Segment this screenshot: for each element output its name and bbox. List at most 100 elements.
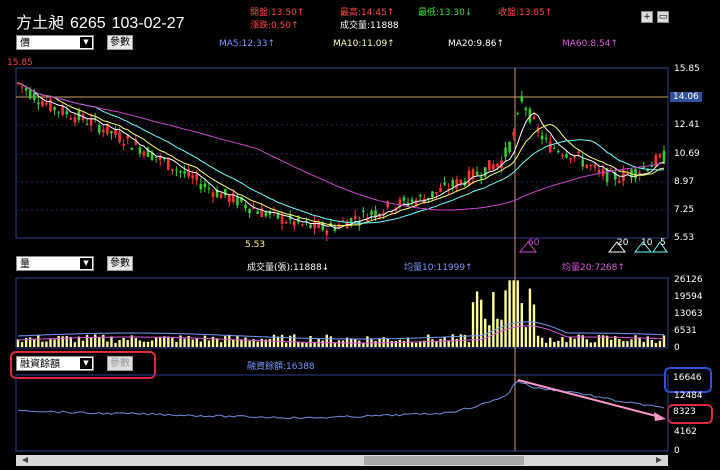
volume-bar (20, 342, 24, 347)
candle-body (487, 160, 491, 171)
candle-body (69, 118, 73, 120)
scrollbar-thumb[interactable] (364, 456, 524, 465)
volume-bar (549, 337, 552, 347)
volume-bar (45, 341, 48, 347)
volume-bar (443, 336, 446, 347)
candle-body (443, 182, 446, 185)
candle-body (516, 113, 520, 115)
volume-bar (658, 340, 662, 347)
candle-body (20, 86, 24, 88)
volume-bar (118, 340, 121, 347)
volume-bar (126, 340, 129, 347)
avg20-line (17, 325, 665, 344)
volume-bar (565, 342, 568, 347)
volume-bar (492, 291, 495, 347)
arrow-head-icon (654, 412, 666, 421)
volume-bar (260, 338, 263, 347)
candle-body (171, 169, 174, 171)
volume-bar (41, 341, 44, 347)
candle-body (565, 154, 568, 158)
volume-bar (508, 280, 511, 347)
ma60-line (17, 82, 665, 211)
candle-body (618, 180, 621, 183)
candle-body (65, 111, 69, 115)
candle-body (24, 88, 28, 91)
volume-bar (16, 339, 20, 347)
candle-body (504, 147, 507, 157)
volume-bar (577, 334, 580, 347)
candle-body (309, 224, 312, 228)
volume-bar (49, 338, 52, 347)
candle-body (475, 171, 479, 176)
volume-bar (504, 290, 507, 347)
candle-body (410, 199, 414, 203)
volume-bar (154, 337, 158, 347)
volume-bar (203, 335, 207, 347)
volume-bar (358, 340, 361, 347)
volume-bars (16, 280, 666, 347)
candle-body (557, 150, 560, 153)
volume-bar (557, 340, 560, 347)
candle-body (89, 118, 93, 126)
volume-bar (638, 337, 641, 347)
candle-body (496, 163, 499, 167)
candle-body (280, 215, 284, 224)
candle-body (577, 151, 580, 154)
candle-body (256, 211, 260, 214)
candle-body (569, 158, 572, 160)
candle-body (439, 187, 442, 192)
candle-body (634, 168, 637, 179)
volume-bar (484, 318, 487, 347)
candle-body (49, 99, 52, 112)
volume-bar (427, 334, 430, 347)
candle-body (118, 132, 121, 143)
candle-body (467, 170, 471, 185)
candle-body (642, 166, 645, 168)
candle-body (609, 168, 613, 170)
candle-body (455, 179, 459, 189)
horizontal-scrollbar[interactable] (16, 455, 668, 466)
volume-bar (642, 341, 645, 347)
volume-bar (321, 340, 324, 347)
candle-body (28, 89, 32, 99)
volume-bar (313, 342, 316, 347)
volume-bar (569, 336, 572, 347)
candle-body (597, 169, 601, 173)
volume-bar (142, 341, 146, 347)
candle-body (512, 132, 515, 136)
candle-body (589, 165, 593, 167)
candle-body (284, 222, 288, 224)
candle-body (85, 123, 89, 125)
volume-bar (309, 336, 312, 347)
candle-body (41, 101, 44, 107)
volume-bar (573, 338, 576, 347)
volume-bar (219, 342, 223, 347)
volume-bar (618, 339, 621, 347)
volume-bar (500, 319, 503, 347)
candle-body (195, 173, 199, 181)
candle-body (179, 170, 182, 173)
volume-bar (106, 341, 109, 347)
volume-bar (284, 342, 288, 347)
candle-body (236, 196, 239, 206)
volume-bar (544, 342, 548, 347)
candle-body (362, 210, 365, 213)
volume-bar (325, 334, 328, 347)
volume-bar (634, 335, 637, 347)
volume-bar (593, 342, 597, 347)
volume-bar (98, 337, 101, 347)
volume-bar (183, 338, 186, 347)
volume-bar (520, 303, 523, 347)
candle-body (211, 192, 215, 197)
candle-body (32, 92, 36, 100)
volume-bar (207, 340, 211, 347)
candle-body (244, 204, 247, 209)
trend-arrow (517, 379, 661, 418)
candle-body (102, 129, 105, 133)
volume-bar (171, 336, 174, 347)
volume-bar (475, 291, 479, 347)
volume-bar (467, 342, 471, 347)
volume-bar (114, 342, 117, 347)
volume-bar (215, 338, 219, 347)
volume-bar (553, 341, 556, 347)
